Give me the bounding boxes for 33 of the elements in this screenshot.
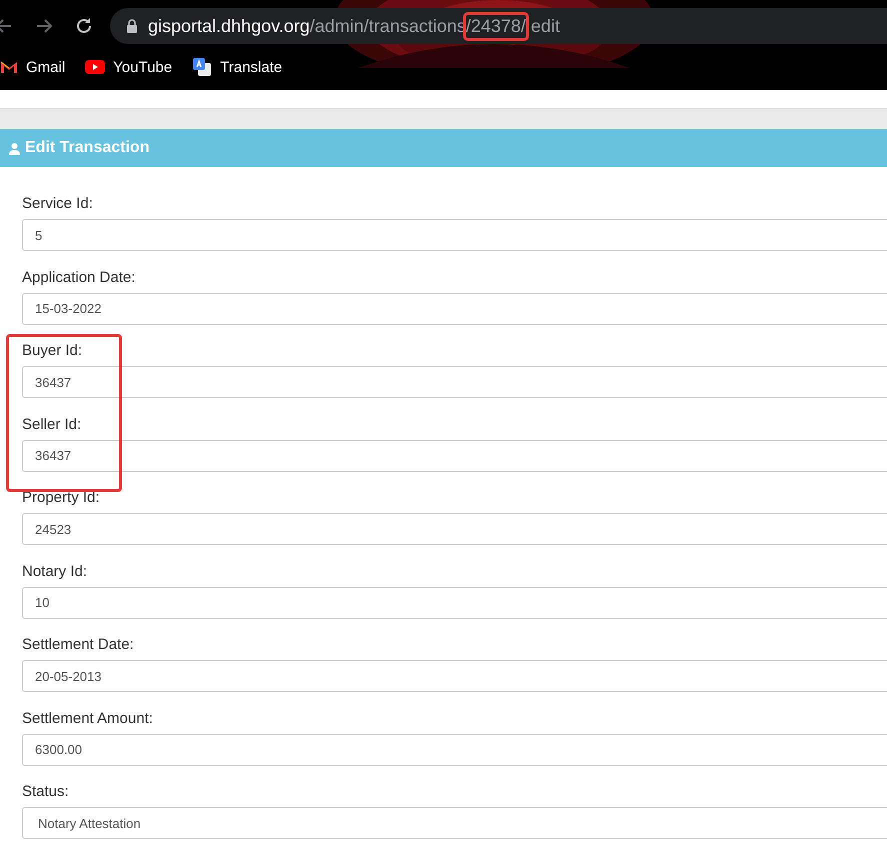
url-text: gisportal.dhhgov.org [148,16,310,36]
field-label: Status: [22,782,70,802]
field-label: Settlement Amount: [22,708,154,728]
mail-icon [0,60,18,74]
input-field[interactable]: 36437 [22,366,887,398]
field-label: Service Id: [22,194,94,214]
input-field[interactable]: 5 [22,219,887,251]
field-label: Seller Id: [22,414,82,434]
input-field[interactable]: 10 [22,586,887,618]
input-field[interactable]: 24523 [22,513,887,545]
field-label: Buyer Id: [22,341,84,361]
status-select[interactable]: Notary Attestation [22,807,887,839]
lock-icon [126,19,138,33]
user-icon [8,142,21,154]
input-field[interactable]: 20-05-2013 [22,660,887,692]
input-field[interactable]: 36437 [22,440,887,472]
field-label: Application Date: [22,268,136,288]
field-label: Settlement Date: [22,635,135,655]
field-label: Notary Id: [22,562,88,582]
play-icon [85,60,106,74]
input-field[interactable]: 15-03-2022 [22,292,887,324]
bookmark-link[interactable]: Translate [192,57,282,77]
bookmark-link[interactable]: YouTube [85,58,172,76]
url-text: /24378/ [466,14,526,38]
url-text: edit [530,16,560,36]
translate-icon [192,57,212,77]
input-field[interactable]: 6300.00 [22,734,887,766]
field-label: Property Id: [22,488,101,508]
url-text: /admin/transactions [310,16,466,36]
panel-title: Edit Transaction [25,139,150,157]
bookmark-link[interactable]: Gmail [0,58,66,76]
reload-icon[interactable] [74,16,94,36]
address-bar[interactable]: gisportal.dhhgov.org/admin/transactions/24378/ edit [110,8,887,44]
